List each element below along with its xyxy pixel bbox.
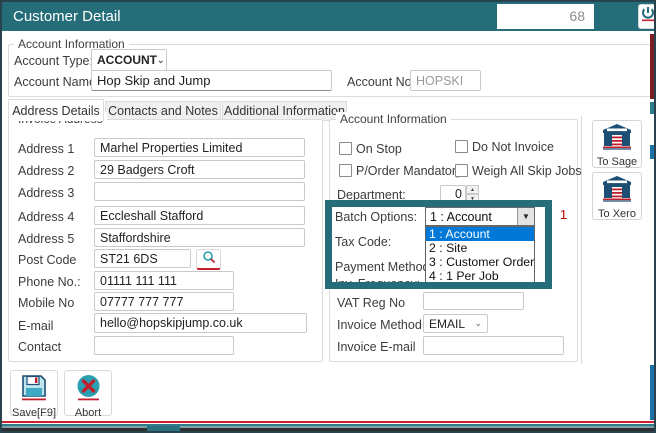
account-no-label: Account No. <box>347 75 416 89</box>
tab-additional-information[interactable]: Additional Information <box>222 101 347 121</box>
dropdown-option[interactable]: 2 : Site <box>426 241 534 255</box>
close-button[interactable] <box>638 4 655 29</box>
chevron-down-icon: ⌄ <box>474 318 482 328</box>
invoice-email-input[interactable] <box>423 336 564 355</box>
on-stop-checkbox[interactable] <box>339 142 352 155</box>
phone-input[interactable] <box>94 271 234 290</box>
abort-icon <box>75 374 102 406</box>
batch-options-label: Batch Options: <box>335 210 417 224</box>
postcode-lookup-button[interactable] <box>196 249 221 270</box>
tab-contacts-and-notes[interactable]: Contacts and Notes <box>105 101 221 121</box>
address4-input[interactable] <box>94 206 305 225</box>
record-counter-box: 68 <box>497 4 594 29</box>
payment-method-label: Payment Method: <box>335 260 433 274</box>
window-title: Customer Detail <box>13 8 121 25</box>
dropdown-option[interactable]: 3 : Customer Order <box>426 255 534 269</box>
postcode-input[interactable] <box>94 249 191 268</box>
address1-input[interactable] <box>94 138 305 157</box>
batch-options-dropdown-list: 1 : Account 2 : Site 3 : Customer Order … <box>425 226 535 282</box>
bottom-red-stripe <box>2 421 654 423</box>
account-type-label: Account Type: <box>14 54 93 68</box>
customer-detail-window: Customer Detail 68 Account Information A… <box>0 0 656 433</box>
do-not-invoice-checkbox[interactable] <box>455 140 468 153</box>
address2-input[interactable] <box>94 160 305 179</box>
invoice-method-value: EMAIL <box>429 316 466 331</box>
abort-label: Abort <box>74 407 102 419</box>
tab-label: Additional Information <box>224 104 345 118</box>
contact-label: Contact <box>18 340 62 354</box>
invoice-email-label: Invoice E-mail <box>337 340 416 354</box>
tab-label: Address Details <box>12 103 100 118</box>
edge-accent <box>650 34 654 99</box>
abort-button[interactable]: Abort <box>64 370 112 419</box>
tab-address-details[interactable]: Address Details <box>8 99 104 121</box>
contact-input[interactable] <box>94 336 234 355</box>
phone-label: Phone No.: <box>18 275 81 289</box>
titlebar: Customer Detail 68 <box>2 2 654 31</box>
edge-accent <box>650 365 654 420</box>
mobile-input[interactable] <box>94 292 234 311</box>
warehouse-icon <box>603 176 631 207</box>
account-type-value: ACCOUNT <box>97 53 157 67</box>
account-name-input[interactable] <box>91 70 332 91</box>
batch-option-number-indicator: 1 <box>553 204 574 224</box>
background-window-fragment <box>147 426 180 431</box>
address3-label: Address 3 <box>18 186 75 200</box>
record-counter: 68 <box>569 8 585 24</box>
divider <box>581 116 582 364</box>
account-no-input[interactable] <box>410 70 481 91</box>
address5-label: Address 5 <box>18 232 75 246</box>
group-title: Account Information <box>336 112 451 126</box>
inv-frequency-label: Inv. Frequency: <box>335 277 421 289</box>
warehouse-icon <box>603 124 631 155</box>
weigh-all-skip-jobs-label: Weigh All Skip Jobs <box>472 164 582 178</box>
email-input[interactable] <box>94 313 307 333</box>
search-icon <box>202 250 216 269</box>
bottom-dark-band <box>2 428 654 431</box>
save-label: Save[F9] <box>11 407 57 419</box>
postcode-label: Post Code <box>18 253 77 267</box>
account-type-select[interactable]: ACCOUNT ⌄ <box>91 49 167 71</box>
porder-mandatory-label: P/Order Mandatory <box>356 164 463 178</box>
edge-accent <box>650 102 654 114</box>
save-floppy-icon <box>21 374 47 406</box>
email-label: E-mail <box>18 319 54 333</box>
chevron-down-icon: ⌄ <box>157 54 165 65</box>
to-sage-label: To Sage <box>596 156 638 168</box>
vat-reg-input[interactable] <box>423 292 524 310</box>
batch-options-value: 1 : Account <box>430 209 492 224</box>
batch-options-overlay: Batch Options: 1 : Account ▼ 1 : Account… <box>325 200 552 289</box>
spin-up-icon[interactable]: ▲ <box>466 185 479 194</box>
account-name-label: Account Name: <box>14 75 100 89</box>
address5-input[interactable] <box>94 228 305 247</box>
mobile-label: Mobile No <box>18 296 75 310</box>
weigh-all-skip-jobs-checkbox[interactable] <box>455 164 468 177</box>
address4-label: Address 4 <box>18 210 75 224</box>
save-button[interactable]: Save[F9] <box>10 370 58 419</box>
on-stop-label: On Stop <box>356 142 402 156</box>
to-xero-button[interactable]: To Xero <box>592 172 642 220</box>
vat-reg-label: VAT Reg No <box>337 296 406 310</box>
invoice-method-select[interactable]: EMAIL ⌄ <box>423 314 488 333</box>
dropdown-arrow-icon[interactable]: ▼ <box>517 208 534 225</box>
to-xero-label: To Xero <box>598 208 636 220</box>
tax-code-label: Tax Code: <box>335 235 392 249</box>
address3-input[interactable] <box>94 182 305 201</box>
invoice-method-label: Invoice Method <box>337 318 422 332</box>
dropdown-option[interactable]: 4 : 1 Per Job <box>426 269 534 282</box>
power-icon <box>641 6 655 27</box>
address1-label: Address 1 <box>18 142 75 156</box>
tab-label: Contacts and Notes <box>108 104 218 118</box>
porder-mandatory-checkbox[interactable] <box>339 164 352 177</box>
dropdown-option[interactable]: 1 : Account <box>426 227 534 241</box>
address2-label: Address 2 <box>18 164 75 178</box>
to-sage-button[interactable]: To Sage <box>592 120 642 168</box>
do-not-invoice-label: Do Not Invoice <box>472 140 554 154</box>
batch-options-select[interactable]: 1 : Account ▼ <box>425 207 535 226</box>
edge-accent <box>650 145 654 159</box>
